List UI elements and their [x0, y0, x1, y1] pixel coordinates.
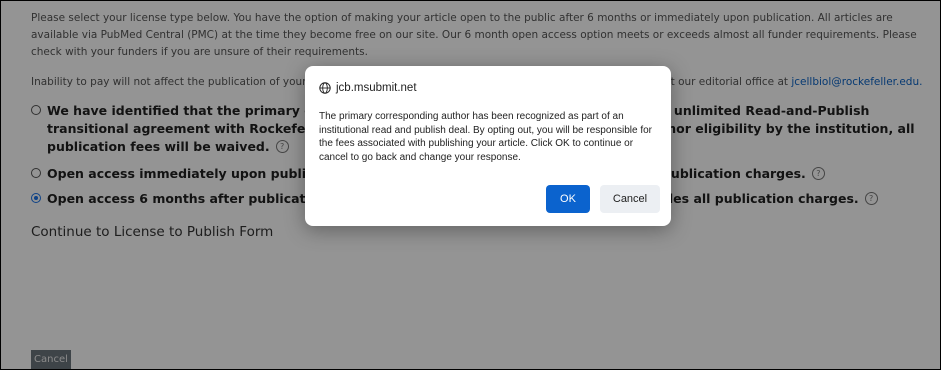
- dialog-title: jcb.msubmit.net: [319, 82, 417, 94]
- page-frame: Please select your license type below. Y…: [0, 0, 941, 370]
- ok-button[interactable]: OK: [546, 185, 590, 213]
- dialog-message: The primary corresponding author has bee…: [319, 111, 652, 163]
- globe-icon: [319, 82, 331, 94]
- dialog-origin: jcb.msubmit.net: [336, 82, 417, 94]
- confirm-dialog: jcb.msubmit.net The primary correspondin…: [305, 66, 671, 226]
- dialog-cancel-button[interactable]: Cancel: [600, 185, 660, 213]
